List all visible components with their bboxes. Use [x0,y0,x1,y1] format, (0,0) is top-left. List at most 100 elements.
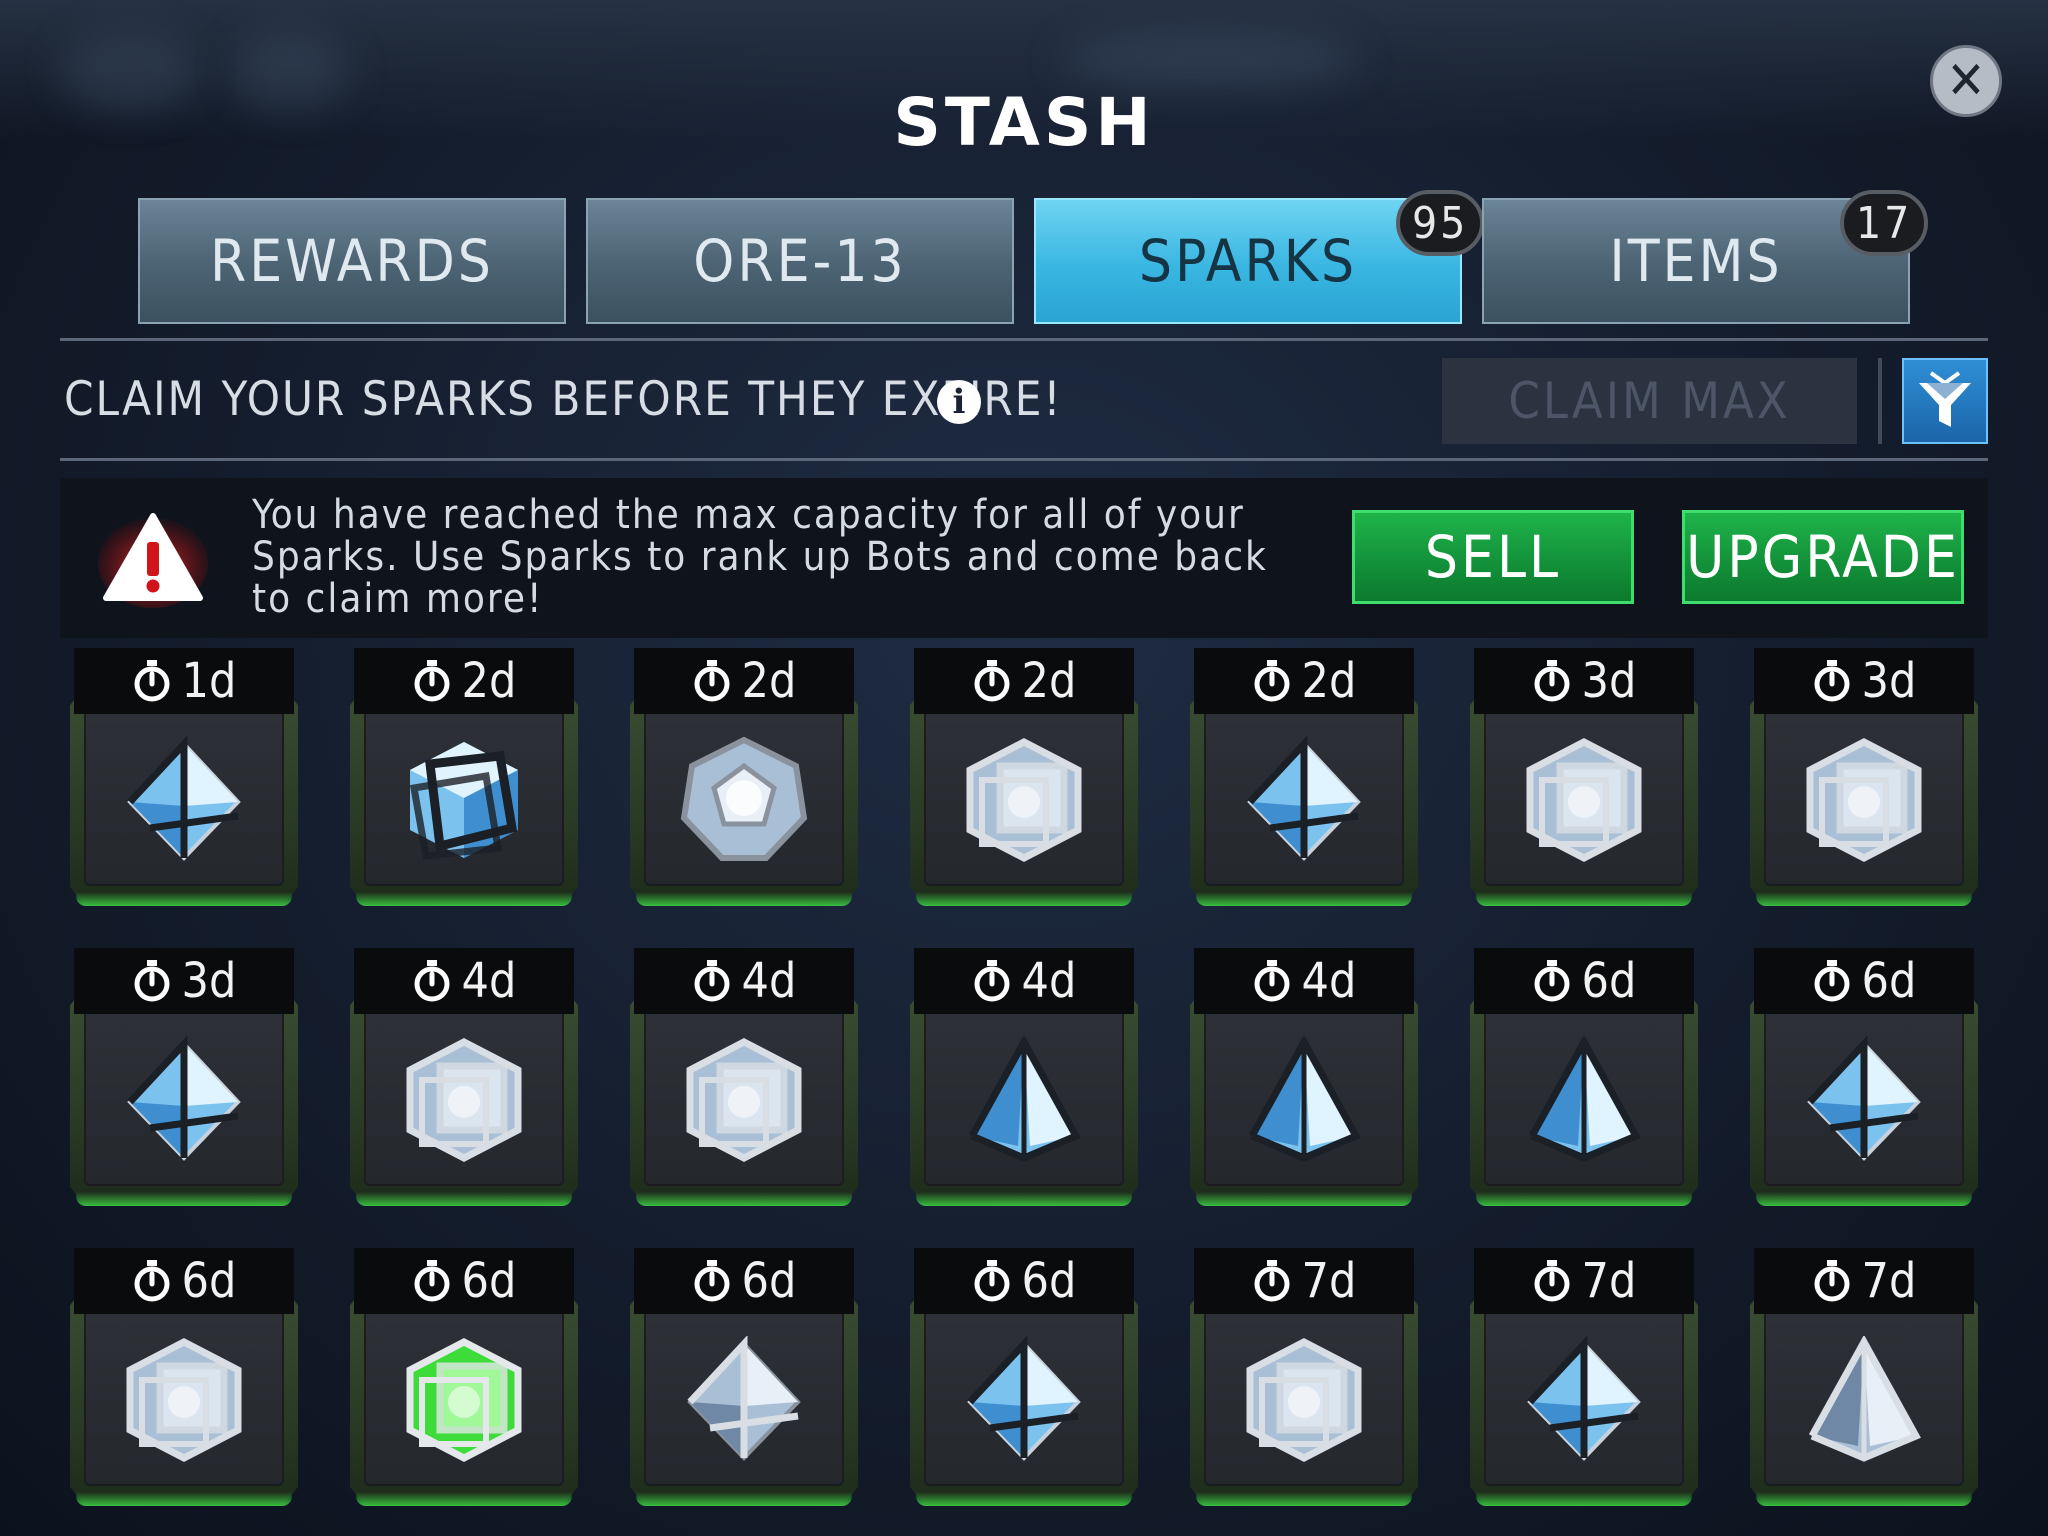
warning-icon [98,513,208,608]
expiry-timer: 6d [1754,948,1974,1014]
timer-icon [694,1260,730,1302]
card-glow [1196,1492,1412,1506]
tab-ore-13[interactable]: ORE-13 [586,198,1014,324]
tab-rewards[interactable]: REWARDS [138,198,566,324]
card-glow [1476,892,1692,906]
spark-gem-icon [1808,1336,1921,1462]
expiry-time: 2d [1301,653,1357,709]
timer-icon [414,660,450,702]
spark-gem-icon [406,1038,522,1162]
info-icon[interactable]: i [937,380,981,424]
expiry-timer: 7d [1474,1248,1694,1314]
spark-card[interactable]: 4d [1188,946,1420,1206]
timer-icon [974,660,1010,702]
card-glow [1196,1192,1412,1206]
spark-card[interactable]: 6d [908,1246,1140,1506]
spark-gem-icon [687,1336,801,1461]
timer-icon [1814,960,1850,1002]
expiry-time: 3d [1581,653,1637,709]
tab-items[interactable]: ITEMS 17 [1482,190,1929,324]
sell-button[interactable]: SELL [1352,510,1634,604]
timer-icon [134,660,170,702]
spark-gem-icon [1247,736,1361,861]
warning-message: You have reached the max capacity for al… [252,492,1268,622]
spark-gem-icon [127,736,241,861]
timer-icon [414,1260,450,1302]
expiry-timer: 6d [634,1248,854,1314]
spark-card[interactable]: 1d [68,646,300,906]
filter-button[interactable] [1902,358,1988,444]
background-decoration [1060,30,1360,90]
expiry-timer: 6d [354,1248,574,1314]
spark-card[interactable]: 4d [908,946,1140,1206]
expiry-timer: 3d [1474,648,1694,714]
spark-gem-icon [406,1338,522,1462]
spark-card[interactable]: 3d [68,946,300,1206]
spark-card[interactable]: 6d [1748,946,1980,1206]
spark-card[interactable]: 2d [628,646,860,906]
timer-icon [1534,960,1570,1002]
spark-card[interactable]: 6d [68,1246,300,1506]
spark-card[interactable]: 4d [628,946,860,1206]
spark-card[interactable]: 7d [1188,1246,1420,1506]
card-glow [1756,892,1972,906]
upgrade-button[interactable]: UPGRADE [1682,510,1964,604]
spark-card[interactable]: 6d [1468,946,1700,1206]
expiry-time: 4d [1301,953,1357,1009]
spark-card[interactable]: 3d [1468,646,1700,906]
expiry-timer: 3d [1754,648,1974,714]
spark-gem-icon [1248,1036,1361,1162]
spark-card[interactable]: 2d [348,646,580,906]
spark-gem-icon [126,1338,242,1462]
expiry-timer: 2d [1194,648,1414,714]
expiry-time: 6d [741,1253,797,1309]
expiry-time: 6d [1861,953,1917,1009]
expiry-time: 2d [1021,653,1077,709]
spark-gem-icon [1527,1336,1641,1461]
spark-card[interactable]: 4d [348,946,580,1206]
expiry-time: 4d [461,953,517,1009]
card-glow [76,892,292,906]
expiry-timer: 7d [1194,1248,1414,1314]
spark-card[interactable]: 2d [908,646,1140,906]
timer-icon [1814,1260,1850,1302]
expiry-time: 4d [1021,953,1077,1009]
expiry-timer: 4d [1194,948,1414,1014]
expiry-time: 6d [461,1253,517,1309]
spark-card[interactable]: 3d [1748,646,1980,906]
timer-icon [694,660,730,702]
page-title: STASH [893,84,1155,161]
spark-card[interactable]: 6d [628,1246,860,1506]
timer-icon [1254,960,1290,1002]
spark-card[interactable]: 7d [1468,1246,1700,1506]
spark-card[interactable]: 7d [1748,1246,1980,1506]
card-glow [636,892,852,906]
card-glow [76,1192,292,1206]
expiry-time: 7d [1861,1253,1917,1309]
spark-gem-icon [1246,1338,1362,1462]
timer-icon [1814,660,1850,702]
card-glow [636,1192,852,1206]
close-button[interactable]: ✕ [1930,45,2002,117]
timer-icon [134,960,170,1002]
card-glow [356,1192,572,1206]
spark-card[interactable]: 2d [1188,646,1420,906]
timer-icon [134,1260,170,1302]
expiry-time: 4d [741,953,797,1009]
claim-message: CLAIM YOUR SPARKS BEFORE THEY EXPIRE! [64,372,1063,427]
expiry-time: 3d [181,953,237,1009]
card-glow [916,892,1132,906]
expiry-timer: 1d [74,648,294,714]
card-glow [916,1492,1132,1506]
spark-gem-icon [127,1036,241,1161]
spark-card[interactable]: 6d [348,1246,580,1506]
tab-sparks[interactable]: SPARKS 95 [1034,190,1485,324]
tab-label: ORE-13 [693,227,907,295]
divider [60,458,1988,461]
spark-gem-icon [966,738,1082,862]
card-glow [636,1492,852,1506]
claim-max-button[interactable]: CLAIM MAX [1442,358,1857,444]
expiry-time: 7d [1301,1253,1357,1309]
expiry-time: 6d [1581,953,1637,1009]
card-glow [1756,1492,1972,1506]
